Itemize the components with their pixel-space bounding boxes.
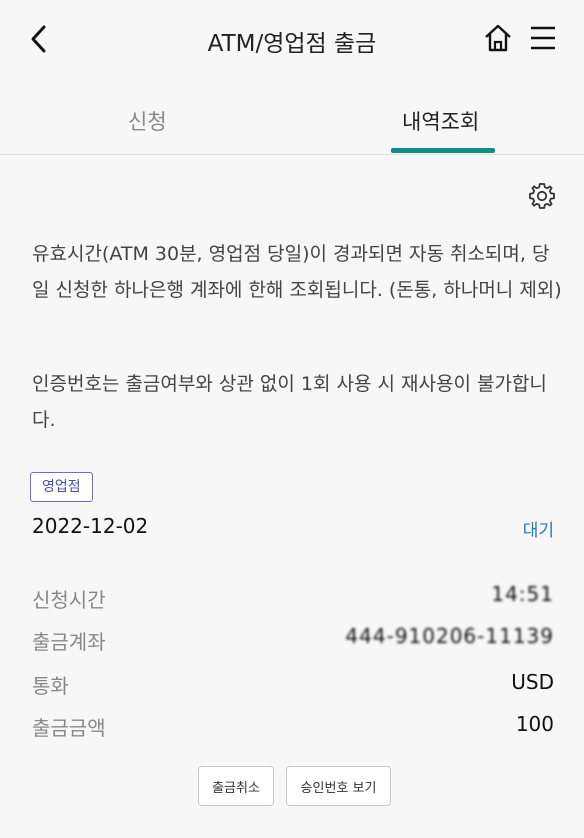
- withdraw-account-label: 출금계좌: [32, 630, 106, 654]
- withdraw-amount-value: 100: [515, 712, 554, 736]
- tab-history[interactable]: 내역조회: [402, 106, 479, 136]
- currency-value: USD: [511, 670, 554, 694]
- view-approval-number-button[interactable]: 승인번호 보기: [286, 766, 391, 806]
- hamburger-menu-icon[interactable]: [528, 24, 558, 52]
- gear-icon[interactable]: [528, 182, 556, 210]
- withdraw-amount-label: 출금금액: [32, 716, 106, 740]
- notice-auth-code: 인증번호는 출금여부와 상관 없이 1회 사용 시 재사용이 불가합니다.: [32, 373, 547, 431]
- currency-label: 통화: [32, 674, 69, 698]
- app-header: ATM/영업점 출금: [0, 0, 584, 80]
- record-date: 2022-12-02: [32, 514, 149, 538]
- tab-apply[interactable]: 신청: [128, 106, 167, 136]
- tab-bar: 신청 내역조회: [0, 90, 584, 155]
- home-icon[interactable]: [482, 22, 514, 54]
- cancel-withdrawal-button[interactable]: 출금취소: [198, 766, 274, 806]
- active-tab-indicator: [391, 148, 495, 153]
- branch-badge: 영업점: [30, 472, 93, 502]
- withdraw-account-value: 444-910206-11139: [345, 624, 554, 648]
- request-time-label: 신청시간: [32, 588, 106, 612]
- request-time-value: 14:51: [491, 582, 554, 606]
- status-badge: 대기: [522, 521, 554, 541]
- notice-validity: 유효시간(ATM 30분, 영업점 당일)이 경과되면 자동 취소되며, 당일 …: [32, 243, 562, 301]
